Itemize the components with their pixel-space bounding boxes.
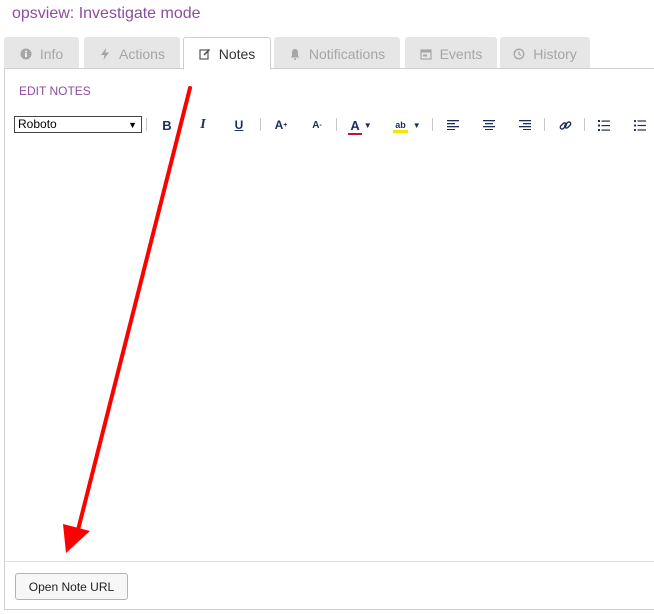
italic-button[interactable]: I	[196, 116, 210, 134]
align-right-button[interactable]	[518, 116, 532, 134]
dropdown-caret-icon: ▼	[363, 120, 372, 130]
notes-panel: EDIT NOTES Roboto ▼ B I U A + A- A ▼ ab …	[4, 68, 654, 610]
tab-notes-label: Notes	[218, 45, 256, 62]
dropdown-caret-icon: ▼	[412, 120, 421, 130]
dropdown-arrow-icon: ▼	[128, 120, 137, 130]
toolbar-divider	[146, 118, 147, 131]
investigate-page: opsview: Investigate mode Info Actions N…	[0, 0, 654, 614]
info-icon	[20, 48, 32, 60]
toolbar-divider	[584, 118, 585, 131]
toolbar-divider	[432, 118, 433, 131]
bullet-list-button[interactable]	[633, 116, 647, 134]
editor-toolbar: Roboto ▼ B I U A + A- A ▼ ab ▼	[14, 116, 654, 136]
ordered-list-button[interactable]	[597, 116, 611, 134]
font-family-select[interactable]: Roboto ▼	[14, 116, 142, 133]
edit-notes-label: EDIT NOTES	[19, 84, 91, 98]
history-icon	[513, 48, 525, 60]
open-note-url-button[interactable]: Open Note URL	[15, 573, 128, 600]
link-icon	[559, 120, 571, 130]
edit-icon	[199, 48, 211, 60]
font-color-button[interactable]: A ▼	[348, 116, 374, 135]
font-grow-glyph: A	[274, 118, 284, 132]
page-title: opsview: Investigate mode	[12, 5, 201, 22]
font-color-glyph: A	[350, 117, 360, 133]
tab-notifications[interactable]: Notifications	[274, 37, 400, 69]
editor-divider	[5, 561, 654, 562]
toolbar-divider	[336, 118, 337, 131]
insert-link-button[interactable]	[557, 116, 573, 134]
align-left-icon	[447, 120, 459, 130]
tab-events-label: Events	[439, 45, 483, 62]
tab-notifications-label: Notifications	[308, 45, 386, 62]
toolbar-divider	[260, 118, 261, 131]
align-center-button[interactable]	[482, 116, 496, 134]
font-family-value: Roboto	[18, 117, 57, 131]
bold-button[interactable]: B	[160, 116, 174, 134]
highlight-color-button[interactable]: ab ▼	[392, 116, 422, 134]
highlight-glyph: ab	[395, 120, 406, 130]
tab-history-label: History	[533, 45, 577, 62]
tab-info[interactable]: Info	[4, 37, 79, 69]
align-right-icon	[519, 120, 531, 130]
bolt-icon	[99, 47, 111, 60]
font-shrink-glyph: A	[312, 119, 320, 131]
tab-events[interactable]: Events	[405, 37, 497, 69]
notes-editor-textarea[interactable]	[10, 141, 654, 561]
highlight-color-bar	[393, 130, 408, 133]
font-color-bar	[348, 132, 362, 135]
toolbar-divider	[544, 118, 545, 131]
font-size-increase-button[interactable]: A +	[272, 116, 290, 134]
ordered-list-icon	[598, 119, 610, 131]
tab-actions-label: Actions	[119, 45, 165, 62]
align-center-icon	[483, 120, 495, 130]
calendar-icon	[419, 48, 432, 60]
font-size-decrease-button[interactable]: A-	[309, 116, 325, 134]
underline-button[interactable]: U	[232, 116, 246, 134]
tab-history[interactable]: History	[500, 37, 590, 69]
bell-icon	[289, 48, 301, 60]
bullet-list-icon	[634, 119, 646, 131]
tab-info-label: Info	[39, 45, 64, 62]
align-left-button[interactable]	[446, 116, 460, 134]
tab-notes[interactable]: Notes	[183, 37, 271, 70]
tab-actions[interactable]: Actions	[84, 37, 180, 69]
